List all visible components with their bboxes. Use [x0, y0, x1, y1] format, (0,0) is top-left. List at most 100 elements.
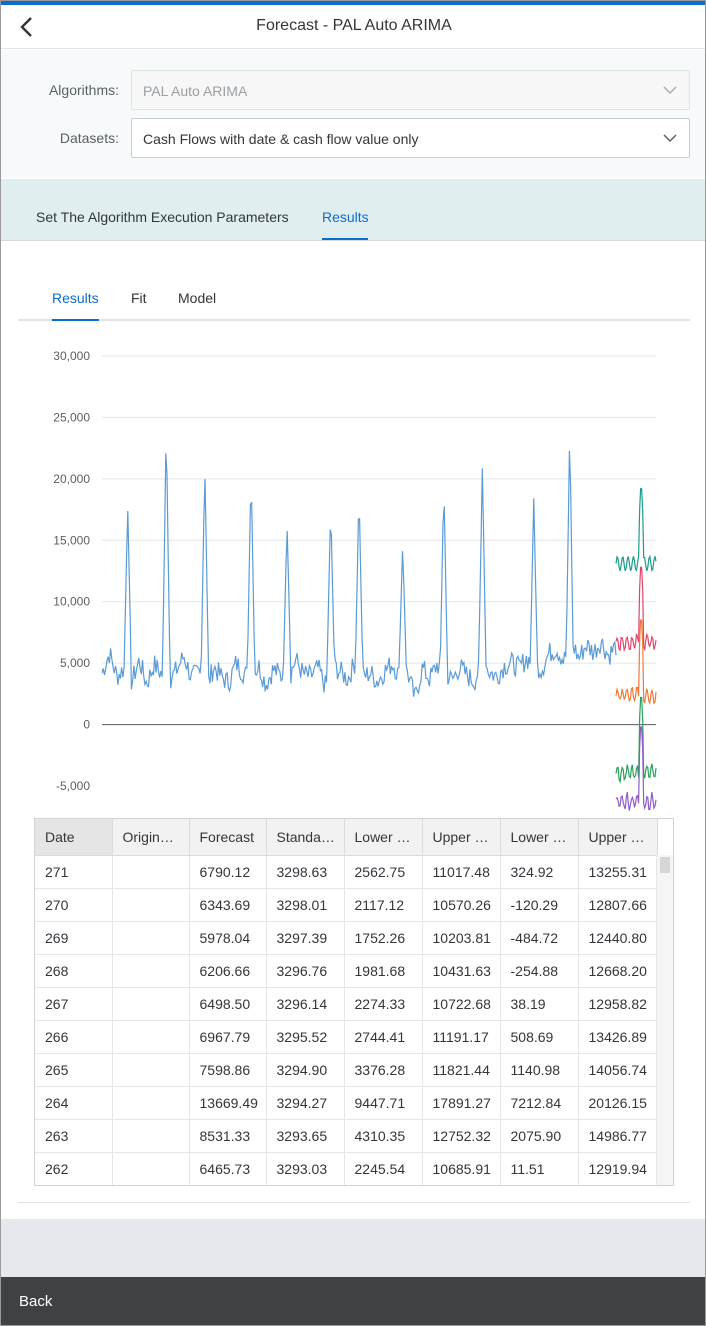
table-row[interactable]: 270 6343.69 3298.01 2117.12 10570.26 -120.29 1… [35, 888, 658, 922]
table-row[interactable]: 271 6790.12 3298.63 2562.75 11017.48 324.92 13… [35, 855, 658, 889]
table-cell: 1981.68 [344, 954, 423, 988]
table-cell [112, 1119, 190, 1153]
table-cell: 3293.65 [266, 1119, 345, 1153]
table-row[interactable]: 266 6967.79 3295.52 2744.41 11191.17 508.69 13… [35, 1020, 658, 1054]
column-header-forecast[interactable]: Forecast [189, 819, 267, 856]
y-tick-label: -5,000 [56, 779, 90, 793]
table-cell: 11821.44 [422, 1053, 501, 1087]
datasets-label: Datasets: [59, 130, 119, 146]
table-cell: 269 [35, 921, 113, 955]
table-cell: 268 [35, 954, 113, 988]
table-cell: 6206.66 [189, 954, 267, 988]
table-row[interactable]: 262 6465.73 3293.03 2245.54 10685.91 11.51 129… [35, 1152, 658, 1185]
column-header-lower-1[interactable]: Lower … [344, 819, 423, 856]
results-subtab-bar: Results Fit Model [18, 277, 690, 321]
table-cell: 508.69 [500, 1020, 579, 1054]
subtab-fit[interactable]: Fit [131, 290, 147, 306]
table-cell: 6498.50 [189, 987, 267, 1021]
column-header-upper-2[interactable]: Upper … [578, 819, 658, 856]
table-cell [112, 1086, 190, 1120]
table-row[interactable]: 264 13669.49 3294.27 9447.71 17891.27 7212.84… [35, 1086, 658, 1120]
table-cell: 324.92 [500, 855, 579, 889]
column-header-lower-2[interactable]: Lower … [500, 819, 579, 856]
column-header-standard-error[interactable]: Standa… [266, 819, 345, 856]
scrollbar-thumb[interactable] [660, 857, 670, 873]
table-cell: 5978.04 [189, 921, 267, 955]
table-row[interactable]: 267 6498.50 3296.14 2274.33 10722.68 38.19 129… [35, 987, 658, 1021]
table-cell: 263 [35, 1119, 113, 1153]
table-cell: 2274.33 [344, 987, 423, 1021]
table-cell: 13426.89 [578, 1020, 658, 1054]
datasets-select[interactable]: Cash Flows with date & cash flow value o… [131, 118, 690, 158]
y-tick-label: 0 [83, 718, 90, 732]
column-header-upper-1[interactable]: Upper … [422, 819, 501, 856]
y-tick-label: 5,000 [60, 656, 90, 670]
table-cell: 7598.86 [189, 1053, 267, 1087]
table-cell: 12807.66 [578, 888, 658, 922]
back-button[interactable]: Back [19, 1293, 52, 1310]
table-cell: 2117.12 [344, 888, 423, 922]
table-cell: 10431.63 [422, 954, 501, 988]
table-cell: 266 [35, 1020, 113, 1054]
table-cell: 2075.90 [500, 1119, 579, 1153]
table-row[interactable]: 268 6206.66 3296.76 1981.68 10431.63 -254.88 1… [35, 954, 658, 988]
table-row[interactable]: 265 7598.86 3294.90 3376.28 11821.44 1140.98 1… [35, 1053, 658, 1087]
table-cell: 11.51 [500, 1152, 579, 1185]
table-cell: 12919.94 [578, 1152, 658, 1185]
column-header-original[interactable]: Origin… [112, 819, 190, 856]
table-cell: 12440.80 [578, 921, 658, 955]
datasets-value: Cash Flows with date & cash flow value o… [143, 131, 419, 147]
table-cell: 3295.52 [266, 1020, 345, 1054]
table-cell: 265 [35, 1053, 113, 1087]
table-cell [112, 1020, 190, 1054]
table-cell: 6343.69 [189, 888, 267, 922]
table-cell: 3296.14 [266, 987, 345, 1021]
table-cell: 14056.74 [578, 1053, 658, 1087]
table-cell [112, 1053, 190, 1087]
table-cell: 2562.75 [344, 855, 423, 889]
table-cell: 3294.27 [266, 1086, 345, 1120]
table-cell: 3298.01 [266, 888, 345, 922]
table-cell: -484.72 [500, 921, 579, 955]
table-cell: 12668.20 [578, 954, 658, 988]
algorithms-value: PAL Auto ARIMA [143, 83, 248, 99]
table-cell: 4310.35 [344, 1119, 423, 1153]
series-line-forecast [615, 696, 657, 784]
tab-active-indicator [322, 238, 368, 240]
table-cell: 1140.98 [500, 1053, 579, 1087]
table-body: 271 6790.12 3298.63 2562.75 11017.48 324.92 13… [35, 855, 658, 1185]
table-row[interactable]: 269 5978.04 3297.39 1752.26 10203.81 -484.72 1… [35, 921, 658, 955]
table-scrollbar[interactable] [656, 855, 673, 1185]
chevron-down-icon [663, 86, 677, 95]
table-cell: 3294.90 [266, 1053, 345, 1087]
table-cell: 17891.27 [422, 1086, 501, 1120]
page-title: Forecast - PAL Auto ARIMA [256, 17, 452, 34]
table-cell: 10570.26 [422, 888, 501, 922]
table-cell: 1752.26 [344, 921, 423, 955]
series-line-forecast [615, 619, 657, 706]
series-line-original [101, 450, 617, 697]
y-tick-label: 10,000 [53, 595, 90, 609]
y-tick-label: 20,000 [53, 472, 90, 486]
tab-results[interactable]: Results [322, 209, 369, 225]
table-row[interactable]: 263 8531.33 3293.65 4310.35 12752.32 2075.90 1… [35, 1119, 658, 1153]
table-cell: 12752.32 [422, 1119, 501, 1153]
subtab-model[interactable]: Model [178, 290, 216, 306]
table-cell: 267 [35, 987, 113, 1021]
table-cell: 9447.71 [344, 1086, 423, 1120]
table-cell: 38.19 [500, 987, 579, 1021]
tab-set-parameters[interactable]: Set The Algorithm Execution Parameters [36, 209, 289, 225]
column-header-date[interactable]: Date [35, 819, 113, 856]
series-line-forecast [615, 566, 657, 653]
subtab-results[interactable]: Results [52, 290, 99, 306]
table-cell: -120.29 [500, 888, 579, 922]
results-table: Date Origin… Forecast Standa… Lower … Up… [34, 818, 674, 1186]
table-cell: 3376.28 [344, 1053, 423, 1087]
table-cell [112, 954, 190, 988]
page-header: Forecast - PAL Auto ARIMA [1, 5, 705, 49]
table-cell: 3293.03 [266, 1152, 345, 1185]
table-cell: 8531.33 [189, 1119, 267, 1153]
table-cell: 14986.77 [578, 1119, 658, 1153]
footer-bar: Back [1, 1277, 705, 1325]
table-cell: 6465.73 [189, 1152, 267, 1185]
